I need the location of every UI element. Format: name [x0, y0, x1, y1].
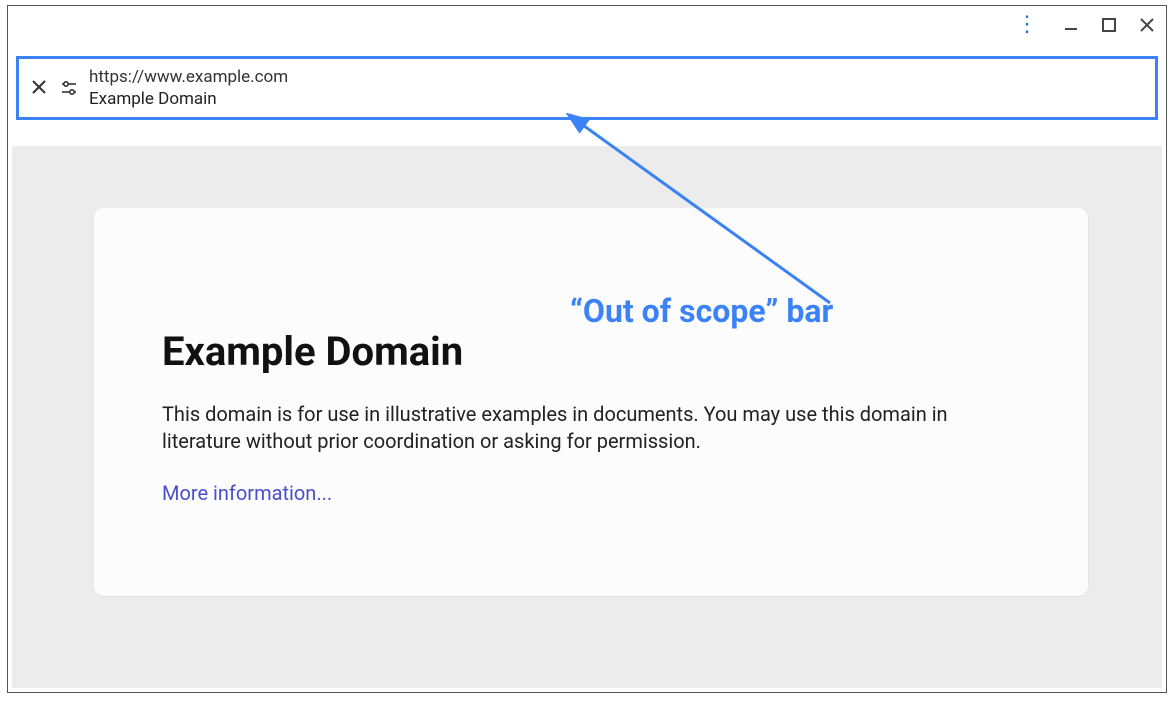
maximize-button[interactable] [1100, 16, 1118, 34]
window-controls: ⋮ [1010, 14, 1156, 36]
content-card: Example Domain This domain is for use in… [94, 208, 1088, 596]
menu-dots-icon[interactable]: ⋮ [1010, 14, 1042, 36]
close-icon[interactable] [27, 79, 51, 98]
scope-title: Example Domain [89, 88, 288, 110]
browser-window: ⋮ https://www.example.com Example Domain [7, 5, 1167, 693]
more-information-link[interactable]: More information... [162, 481, 332, 505]
close-window-button[interactable] [1138, 16, 1156, 34]
settings-sliders-icon[interactable] [55, 78, 83, 98]
scope-url: https://www.example.com [89, 66, 288, 88]
scope-text: https://www.example.com Example Domain [89, 66, 288, 110]
out-of-scope-bar: https://www.example.com Example Domain [16, 56, 1158, 120]
page-heading: Example Domain [162, 328, 1020, 375]
page-viewport: Example Domain This domain is for use in… [12, 146, 1162, 688]
page-body-text: This domain is for use in illustrative e… [162, 401, 982, 455]
minimize-button[interactable] [1062, 16, 1080, 34]
